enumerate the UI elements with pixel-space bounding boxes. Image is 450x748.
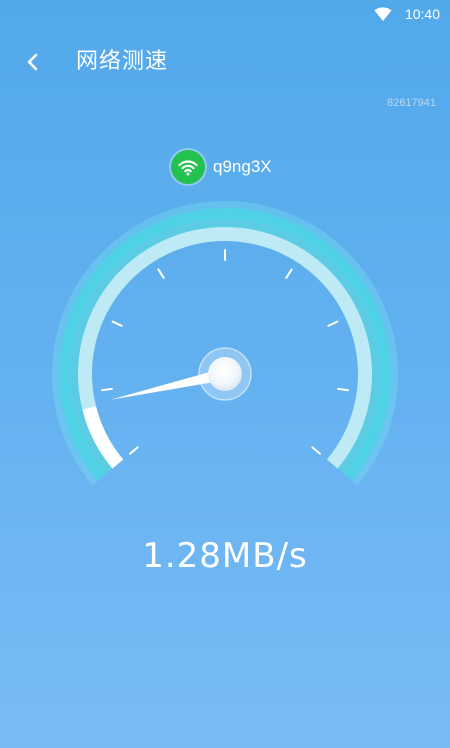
gauge-knob xyxy=(208,357,242,391)
gauge-tick xyxy=(129,446,139,455)
speed-readout: 1.28MB/s xyxy=(142,536,308,576)
back-button[interactable] xyxy=(18,46,50,78)
gauge-tick xyxy=(101,387,113,392)
gauge-tick xyxy=(311,446,321,455)
device-id: 82617941 xyxy=(387,97,436,109)
wifi-signal-icon xyxy=(374,7,392,21)
gauge-tick xyxy=(111,320,123,327)
gauge-tick xyxy=(285,268,293,279)
wifi-icon xyxy=(178,160,198,176)
gauge-tick xyxy=(337,387,349,392)
status-bar: 10:40 xyxy=(0,0,450,28)
gauge-tick xyxy=(327,320,339,327)
page-title: 网络测速 xyxy=(76,49,169,74)
gauge-tick xyxy=(157,268,165,279)
network-name: q9ng3X xyxy=(213,157,272,176)
status-time: 10:40 xyxy=(404,6,440,22)
speed-gauge xyxy=(52,201,398,486)
wifi-badge xyxy=(171,150,205,184)
chevron-left-icon xyxy=(27,53,38,71)
header: 网络测速 xyxy=(0,38,450,86)
